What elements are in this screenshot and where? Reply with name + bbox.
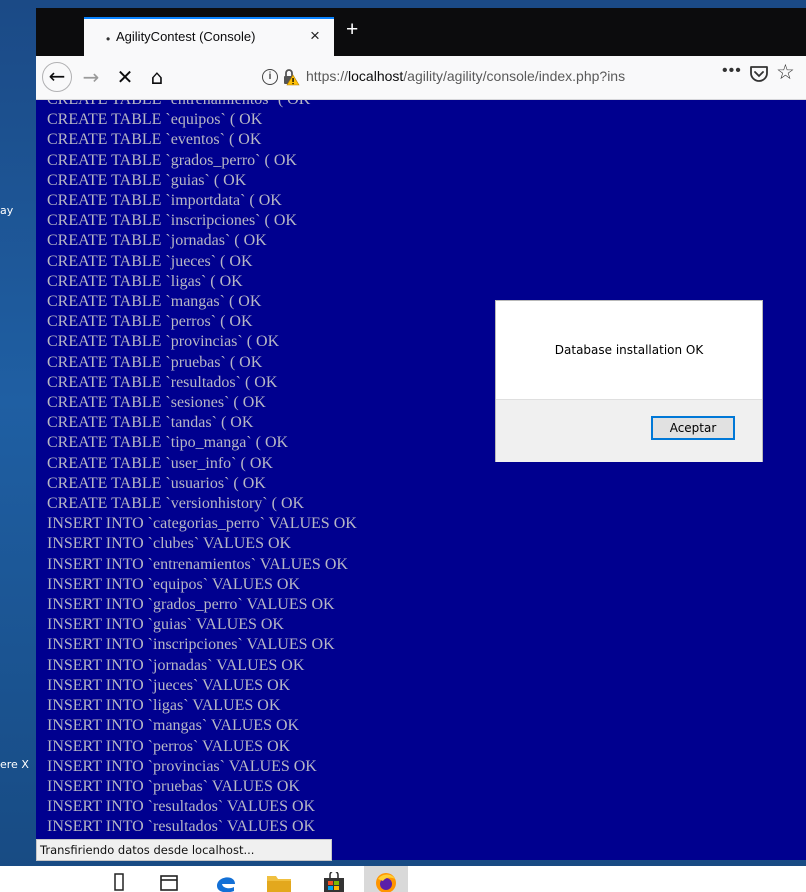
log-line: CREATE TABLE `jueces` ( OK (47, 252, 253, 270)
log-line: CREATE TABLE `importdata` ( OK (47, 192, 282, 210)
log-line: INSERT INTO `pruebas` VALUES OK (47, 777, 300, 795)
url-path: /agility/agility/console/index.php?ins (403, 68, 626, 84)
log-line: CREATE TABLE `entrenamientos` ( OK (47, 100, 357, 110)
log-line: INSERT INTO `mangas` VALUES OK (47, 717, 300, 735)
log-line: INSERT INTO `entrenamientos` VALUES OK (47, 555, 348, 573)
url-text[interactable]: https://localhost/agility/agility/consol… (306, 68, 716, 84)
site-info-icon[interactable]: i (262, 69, 278, 85)
firefox-taskbar-button[interactable] (364, 866, 408, 892)
log-line: INSERT INTO `grados_perro` VALUES OK (47, 596, 335, 614)
log-line: CREATE TABLE `guias` ( OK (47, 171, 247, 189)
log-line: CREATE TABLE `versionhistory` ( OK (47, 495, 305, 513)
log-line: CREATE TABLE `mangas` ( OK (47, 293, 262, 311)
log-line: CREATE TABLE `usuarios` ( OK (47, 474, 266, 492)
log-line: INSERT INTO `jornadas` VALUES OK (47, 656, 305, 674)
desktop-icon-label[interactable]: ay (0, 204, 13, 217)
log-line: INSERT INTO `perros` VALUES OK (47, 737, 291, 755)
edge-browser-icon[interactable] (214, 872, 238, 892)
log-line: CREATE TABLE `tipo_manga` ( OK (47, 434, 289, 452)
url-prefix: https:// (306, 68, 349, 84)
pocket-icon[interactable] (748, 63, 770, 85)
store-icon[interactable] (322, 872, 346, 892)
log-line: CREATE TABLE `eventos` ( OK (47, 131, 262, 149)
firefox-icon (376, 873, 396, 892)
tab-strip: • AgilityContest (Console) × + (36, 8, 806, 56)
log-line: CREATE TABLE `jornadas` ( OK (47, 232, 267, 250)
log-line: INSERT INTO `categorias_perro` VALUES OK (47, 515, 357, 533)
tab-title: AgilityContest (Console) (116, 29, 256, 44)
log-line: INSERT INTO `provincias` VALUES OK (47, 757, 317, 775)
dialog-message: Database installation OK (554, 343, 704, 357)
tab-loading-dot: • (106, 32, 111, 46)
console-page: CREATE TABLE `entrenamientos` ( OKCREATE… (36, 100, 806, 860)
forward-button[interactable]: → (76, 62, 106, 92)
log-line: INSERT INTO `ligas` VALUES OK (47, 697, 281, 715)
status-bar: Transfiriendo datos desde localhost... (36, 839, 332, 861)
page-actions-button[interactable]: ••• (722, 62, 742, 80)
log-line: CREATE TABLE `pruebas` ( OK (47, 353, 263, 371)
log-line: CREATE TABLE `tandas` ( OK (47, 414, 254, 432)
log-line: CREATE TABLE `provincias` ( OK (47, 333, 280, 351)
url-host: localhost (348, 68, 404, 84)
install-log: CREATE TABLE `entrenamientos` ( OKCREATE… (47, 100, 357, 858)
desktop-icon-label[interactable]: ere X (0, 758, 29, 771)
alert-dialog: Database installation OK Aceptar (495, 300, 763, 462)
log-line: INSERT INTO `inscripciones` VALUES OK (47, 636, 335, 654)
log-line: INSERT INTO `guias` VALUES OK (47, 616, 284, 634)
log-line: CREATE TABLE `equipos` ( OK (47, 111, 263, 129)
url-bar[interactable]: i https://localhost/agility/agility/cons… (258, 63, 718, 93)
calendar-taskbar-icon[interactable] (159, 872, 179, 892)
aceptar-button[interactable]: Aceptar (651, 416, 735, 440)
new-tab-button[interactable]: + (346, 19, 358, 40)
file-explorer-icon[interactable] (266, 872, 292, 892)
log-line: CREATE TABLE `user_info` ( OK (47, 454, 273, 472)
task-view-icon[interactable] (112, 872, 126, 892)
close-tab-icon[interactable]: × (310, 26, 320, 46)
log-line: INSERT INTO `clubes` VALUES OK (47, 535, 292, 553)
log-line: CREATE TABLE `perros` ( OK (47, 313, 253, 331)
insecure-lock-icon[interactable] (282, 68, 300, 86)
log-line: CREATE TABLE `sesiones` ( OK (47, 394, 266, 412)
log-line: CREATE TABLE `ligas` ( OK (47, 272, 243, 290)
taskbar (0, 866, 806, 892)
log-line: CREATE TABLE `grados_perro` ( OK (47, 151, 297, 169)
dialog-footer: Aceptar (496, 399, 762, 462)
bookmark-star-icon[interactable]: ☆ (776, 60, 795, 85)
navigation-toolbar: ← → ✕ ⌂ i https://localhost/agility/agil… (36, 56, 806, 100)
back-button[interactable]: ← (42, 62, 72, 92)
tab-agilitycontest[interactable]: • AgilityContest (Console) × (84, 17, 334, 56)
log-line: CREATE TABLE `resultados` ( OK (47, 373, 278, 391)
home-button[interactable]: ⌂ (142, 62, 172, 92)
log-line: INSERT INTO `equipos` VALUES OK (47, 575, 300, 593)
log-line: CREATE TABLE `inscripciones` ( OK (47, 212, 297, 230)
log-line: INSERT INTO `resultados` VALUES OK (47, 798, 316, 816)
log-line: INSERT INTO `resultados` VALUES OK (47, 818, 316, 836)
log-line: INSERT INTO `jueces` VALUES OK (47, 676, 291, 694)
stop-button[interactable]: ✕ (110, 62, 140, 92)
